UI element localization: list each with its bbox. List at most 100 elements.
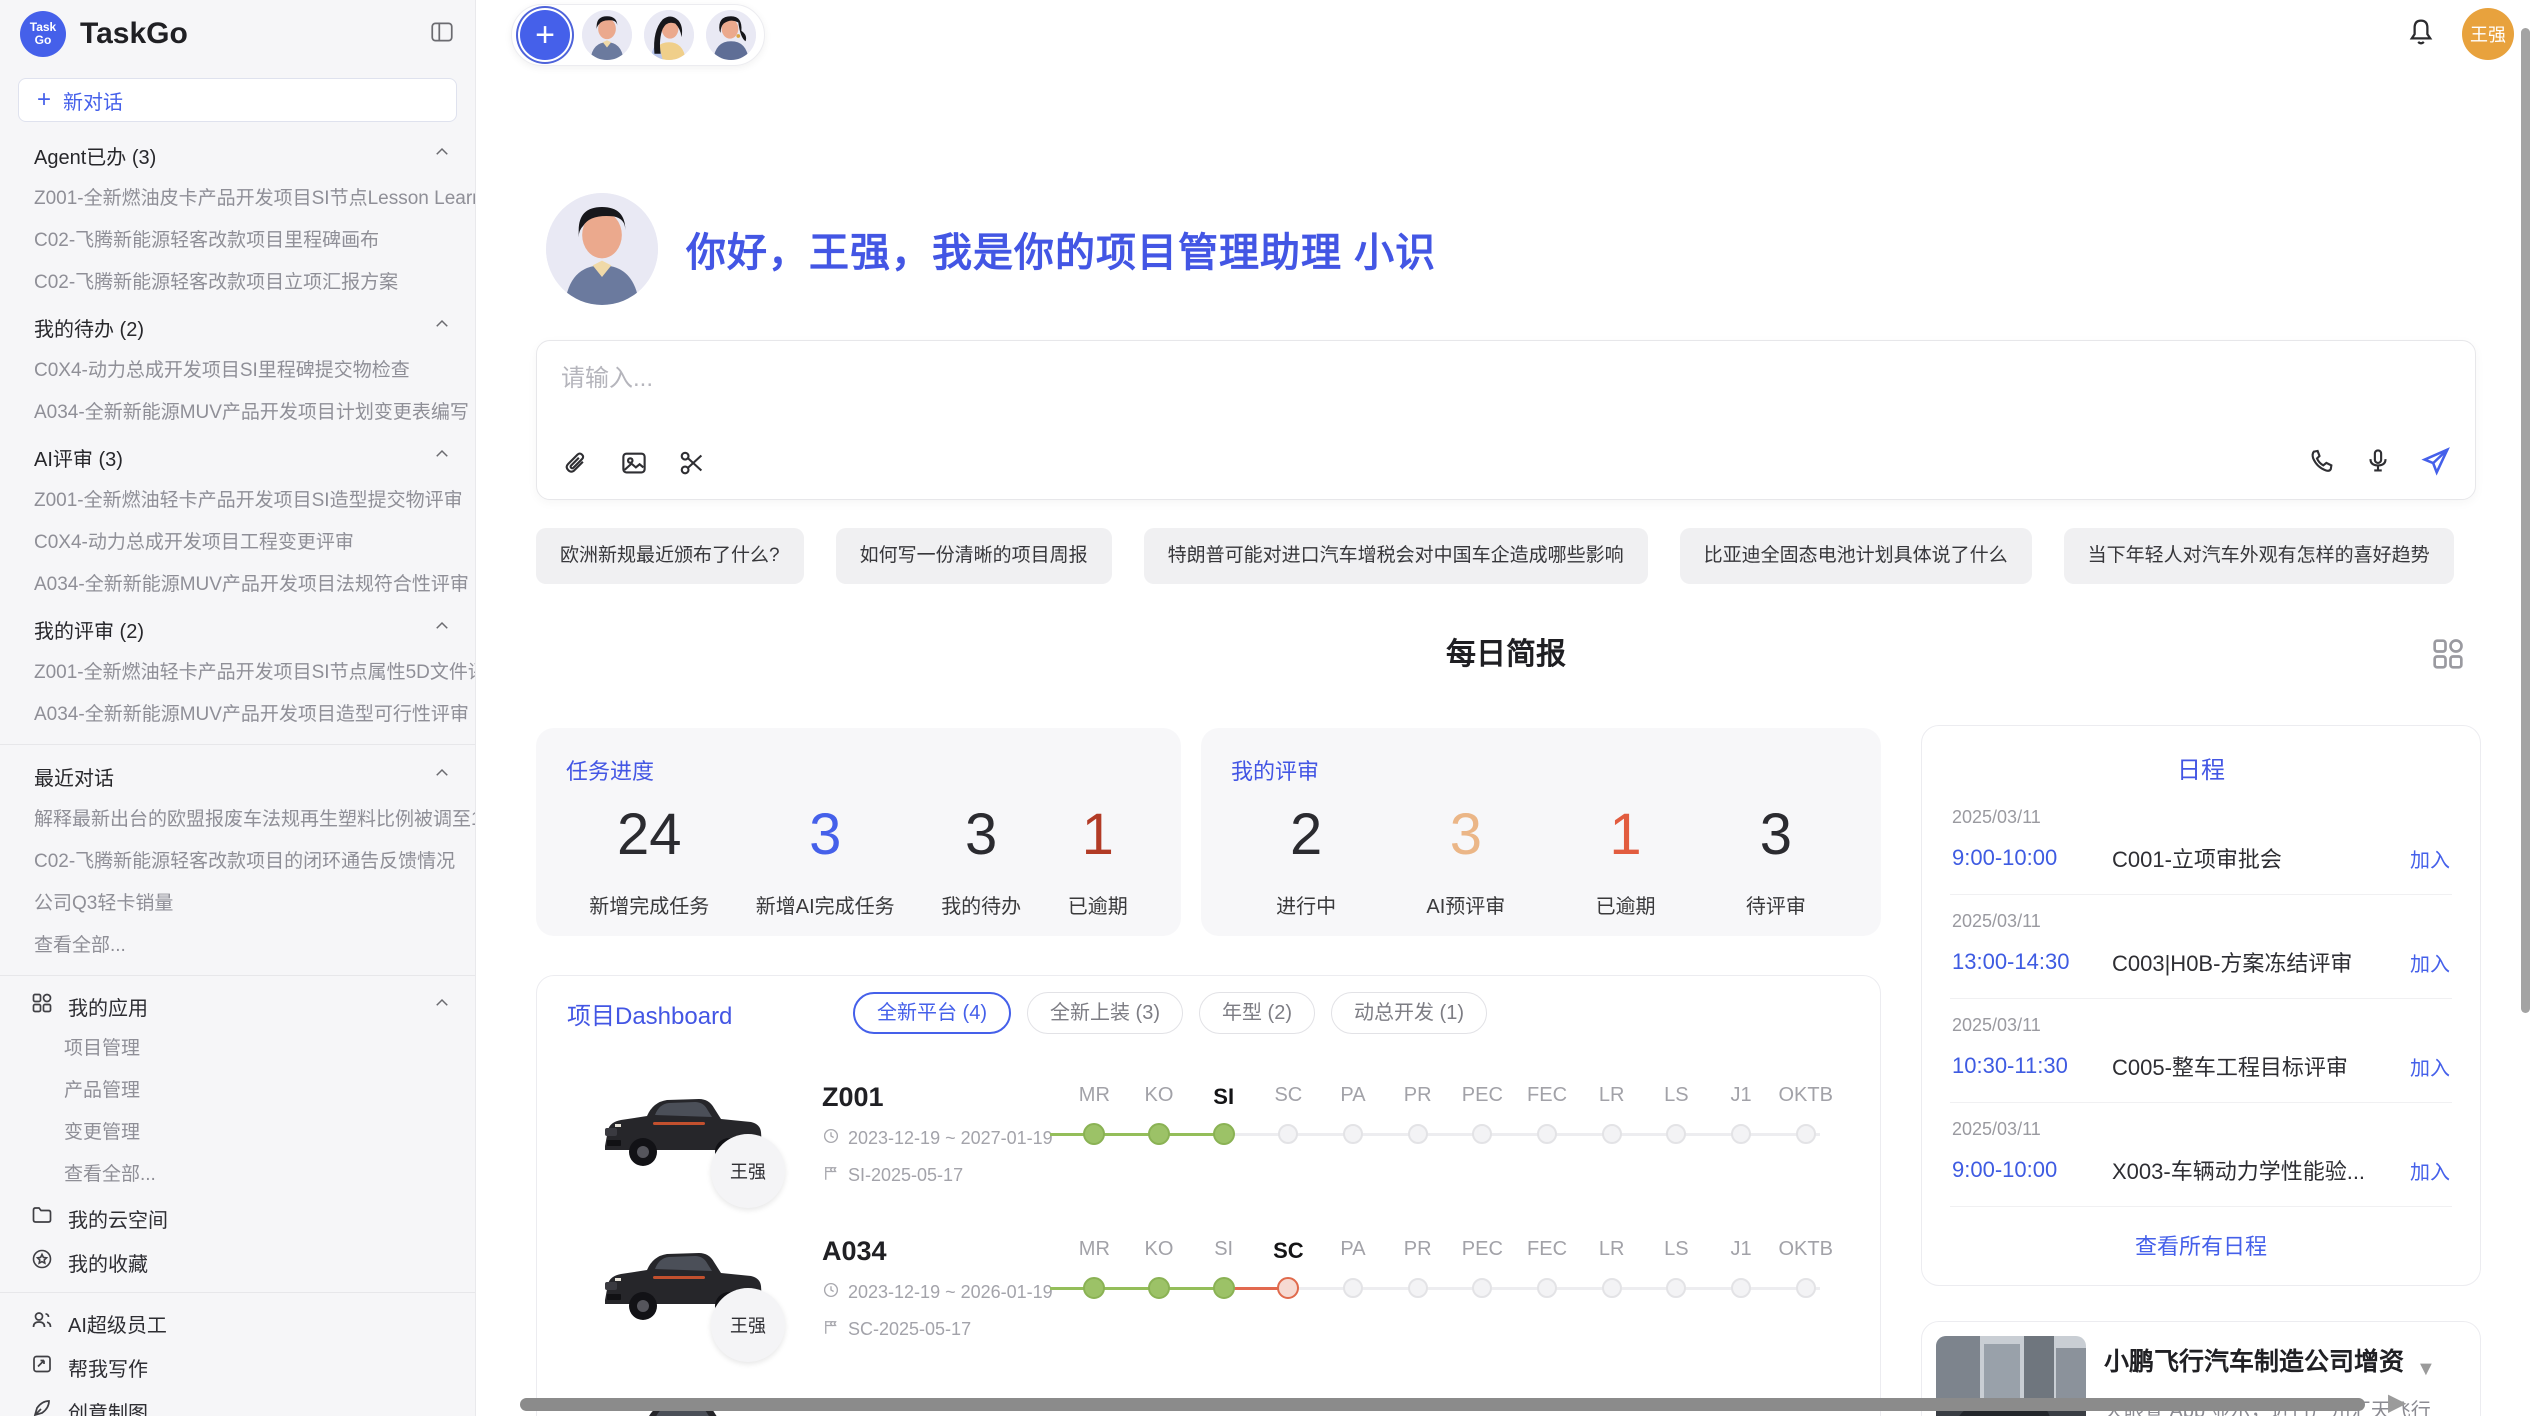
microphone-icon[interactable] bbox=[2363, 446, 2393, 481]
flag-icon bbox=[822, 1318, 840, 1341]
list-item[interactable]: A034-全新新能源MUV产品开发项目造型可行性评审 bbox=[0, 694, 475, 736]
milestone-dot bbox=[1083, 1277, 1105, 1299]
sidebar-item-creative-draw[interactable]: 创意制图 bbox=[0, 1389, 475, 1416]
chevron-up-icon[interactable] bbox=[433, 143, 451, 167]
date-range: 2023-12-19 ~ 2027-01-19 bbox=[848, 1128, 1053, 1149]
chevron-up-icon[interactable] bbox=[433, 994, 451, 1018]
my-review-card: 我的评审 2 进行中 3 AI预评审 1 已逾期 3 bbox=[1201, 728, 1881, 936]
scroll-down-icon[interactable]: ▼ bbox=[2416, 1358, 2436, 1381]
list-item[interactable]: 解释最新出台的欧盟报废车法规再生塑料比例被调至15%... bbox=[0, 799, 475, 841]
tab-model-year[interactable]: 年型 (2) bbox=[1199, 992, 1315, 1034]
sidebar-item-product-mgmt[interactable]: 产品管理 bbox=[0, 1070, 475, 1112]
news-title: 小鹏飞行汽车制造公司增资 bbox=[2104, 1342, 2466, 1378]
sidebar-item-cloud-space[interactable]: 我的云空间 bbox=[0, 1196, 475, 1240]
chevron-up-icon[interactable] bbox=[433, 764, 451, 788]
sidebar-item-my-apps[interactable]: 我的应用 bbox=[0, 984, 475, 1028]
project-dates: 2023-12-19 ~ 2027-01-19 bbox=[822, 1127, 1057, 1150]
phone-icon[interactable] bbox=[2307, 446, 2337, 481]
dashboard-title: 项目Dashboard bbox=[567, 996, 817, 1031]
milestone-label: SI bbox=[1214, 1238, 1233, 1266]
section-my-review[interactable]: 我的评审 (2) bbox=[0, 606, 475, 652]
sidebar-item-project-mgmt[interactable]: 项目管理 bbox=[0, 1028, 475, 1070]
suggestion-chip[interactable]: 如何写一份清晰的项目周报 bbox=[836, 528, 1112, 584]
new-session-button[interactable]: + bbox=[520, 10, 570, 60]
suggestion-chips: 欧洲新规最近颁布了什么? 如何写一份清晰的项目周报 特朗普可能对进口汽车增税会对… bbox=[536, 528, 2481, 584]
attachment-icon[interactable] bbox=[561, 448, 591, 483]
view-all-link[interactable]: 查看全部... bbox=[0, 925, 475, 967]
new-chat-button[interactable]: + 新对话 bbox=[18, 78, 457, 122]
layout-grid-icon[interactable] bbox=[2428, 634, 2468, 679]
project-row[interactable]: 王强 Z001 2023-12-19 ~ 2027-01-19 bbox=[567, 1080, 1850, 1210]
horizontal-scrollbar[interactable] bbox=[520, 1398, 2365, 1411]
scissors-icon[interactable] bbox=[677, 448, 707, 483]
join-link[interactable]: 加入 bbox=[2410, 948, 2450, 977]
milestone-label: LS bbox=[1664, 1084, 1688, 1112]
milestone-dot bbox=[1796, 1124, 1816, 1144]
avatar[interactable] bbox=[706, 10, 756, 60]
section-ai-review[interactable]: AI评审 (3) bbox=[0, 434, 475, 480]
chevron-up-icon[interactable] bbox=[433, 617, 451, 641]
message-input[interactable] bbox=[561, 359, 2451, 399]
milestone-dot bbox=[1343, 1124, 1363, 1144]
milestone-dot bbox=[1796, 1278, 1816, 1298]
vertical-scrollbar[interactable] bbox=[2521, 28, 2530, 1013]
daily-briefing-header: 每日简报 bbox=[536, 632, 2476, 678]
avatar[interactable] bbox=[644, 10, 694, 60]
bell-icon[interactable] bbox=[2404, 15, 2438, 54]
list-item[interactable]: A034-全新新能源MUV产品开发项目法规符合性评审 bbox=[0, 564, 475, 606]
pen-nib-icon bbox=[30, 1396, 54, 1416]
sidebar-item-ai-staff[interactable]: AI超级员工 bbox=[0, 1301, 475, 1345]
join-link[interactable]: 加入 bbox=[2410, 844, 2450, 873]
clock-icon bbox=[822, 1281, 840, 1304]
avatar[interactable] bbox=[582, 10, 632, 60]
tab-new-body[interactable]: 全新上装 (3) bbox=[1027, 992, 1183, 1034]
sidebar-item-favorites[interactable]: 我的收藏 bbox=[0, 1240, 475, 1284]
new-chat-label: 新对话 bbox=[63, 86, 123, 115]
view-all-schedule-link[interactable]: 查看所有日程 bbox=[1922, 1207, 2480, 1285]
chevron-up-icon[interactable] bbox=[433, 445, 451, 469]
scroll-right-icon[interactable]: ▶ bbox=[2388, 1388, 2406, 1416]
tab-new-platform[interactable]: 全新平台 (4) bbox=[853, 992, 1011, 1034]
image-icon[interactable] bbox=[619, 448, 649, 483]
section-my-todo[interactable]: 我的待办 (2) bbox=[0, 304, 475, 350]
stat-overdue: 1 已逾期 bbox=[1068, 800, 1128, 919]
milestone-dot bbox=[1537, 1278, 1557, 1298]
section-agent-done[interactable]: Agent已办 (3) bbox=[0, 132, 475, 178]
suggestion-chip[interactable]: 欧洲新规最近颁布了什么? bbox=[536, 528, 804, 584]
suggestion-chip[interactable]: 比亚迪全固态电池计划具体说了什么 bbox=[1680, 528, 2032, 584]
project-image: 王强 bbox=[595, 1238, 767, 1330]
list-item[interactable]: C02-飞腾新能源轻客改款项目的闭环通告反馈情况 bbox=[0, 841, 475, 883]
list-item[interactable]: C0X4-动力总成开发项目SI里程碑提交物检查 bbox=[0, 350, 475, 392]
section-title: 我的待办 (2) bbox=[34, 313, 433, 342]
user-avatar[interactable]: 王强 bbox=[2462, 8, 2514, 60]
list-item[interactable]: 公司Q3轻卡销量 bbox=[0, 883, 475, 925]
sidebar-collapse-icon[interactable] bbox=[429, 19, 455, 50]
stat-ai-prereview: 3 AI预评审 bbox=[1426, 800, 1505, 919]
section-recent-chats[interactable]: 最近对话 bbox=[0, 753, 475, 799]
send-icon[interactable] bbox=[2419, 444, 2453, 483]
list-item[interactable]: Z001-全新燃油轻卡产品开发项目SI造型提交物评审 bbox=[0, 480, 475, 522]
project-row[interactable]: 王强 A034 2023-12-19 ~ 2026-01-19 bbox=[567, 1234, 1850, 1364]
schedule-name: C001-立项审批会 bbox=[2112, 842, 2410, 874]
daily-briefing-title: 每日简报 bbox=[536, 632, 2476, 678]
list-item[interactable]: A034-全新新能源MUV产品开发项目计划变更表编写 bbox=[0, 392, 475, 434]
list-item[interactable]: Z001-全新燃油皮卡产品开发项目SI节点Lesson Learn报告 bbox=[0, 178, 475, 220]
join-link[interactable]: 加入 bbox=[2410, 1156, 2450, 1185]
tab-powertrain[interactable]: 动总开发 (1) bbox=[1331, 992, 1487, 1034]
chevron-up-icon[interactable] bbox=[433, 315, 451, 339]
list-item[interactable]: C02-飞腾新能源轻客改款项目立项汇报方案 bbox=[0, 262, 475, 304]
list-item[interactable]: C02-飞腾新能源轻客改款项目里程碑画布 bbox=[0, 220, 475, 262]
sidebar-item-change-mgmt[interactable]: 变更管理 bbox=[0, 1112, 475, 1154]
list-item[interactable]: C0X4-动力总成开发项目工程变更评审 bbox=[0, 522, 475, 564]
view-all-link[interactable]: 查看全部... bbox=[0, 1154, 475, 1196]
suggestion-chip[interactable]: 特朗普可能对进口汽车增税会对中国车企造成哪些影响 bbox=[1144, 528, 1648, 584]
suggestion-chip[interactable]: 当下年轻人对汽车外观有怎样的喜好趋势 bbox=[2064, 528, 2454, 584]
stat-label: AI预评审 bbox=[1426, 890, 1505, 919]
stat-label: 已逾期 bbox=[1596, 890, 1656, 919]
sidebar-item-help-write[interactable]: 帮我写作 bbox=[0, 1345, 475, 1389]
stat-review-overdue: 1 已逾期 bbox=[1596, 800, 1656, 919]
milestone-label: OKTB bbox=[1779, 1238, 1833, 1266]
list-item[interactable]: Z001-全新燃油轻卡产品开发项目SI节点属性5D文件评审 bbox=[0, 652, 475, 694]
milestone-dot bbox=[1602, 1278, 1622, 1298]
join-link[interactable]: 加入 bbox=[2410, 1052, 2450, 1081]
